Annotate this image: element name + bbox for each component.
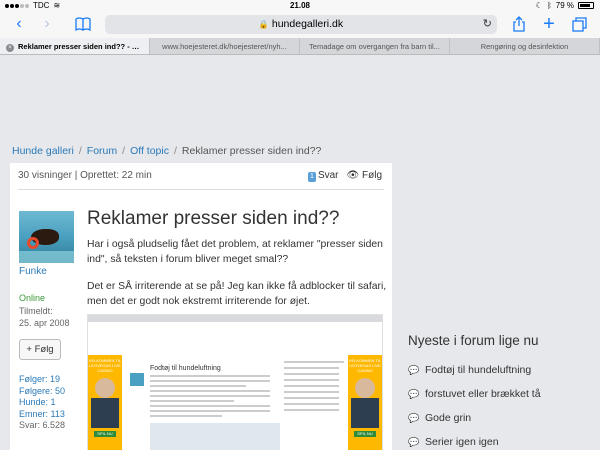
post-header: 30 visninger | Oprettet: 22 min 1 Svar 👁 … <box>18 163 384 190</box>
post-card: 30 visninger | Oprettet: 22 min 1 Svar 👁 … <box>10 163 392 450</box>
lock-icon: 🔒 <box>258 20 269 29</box>
post-meta: 30 visninger | Oprettet: 22 min <box>18 170 152 181</box>
tab-hoejesteret[interactable]: www.hoejesteret.dk/hoejesteret/nyh... <box>150 38 300 54</box>
breadcrumb: Hunde galleri / Forum / Off topic / Reklamer p… <box>12 145 322 157</box>
eye-icon: 👁 <box>346 170 360 181</box>
follow-user-button[interactable]: + Følg <box>19 339 61 360</box>
breadcrumb-hunde-galleri[interactable]: Hunde galleri <box>12 145 74 157</box>
post-title: Reklamer presser siden ind?? <box>87 208 340 229</box>
latest-forum-sidebar: Nyeste i forum lige nu 💬 Fodtøj til hunde… <box>408 333 598 450</box>
tab-rengoering[interactable]: Rengøring og desinfektion <box>450 38 600 54</box>
stat-replies: Svar: 6.528 <box>19 420 66 430</box>
chat-bubble-icon: 💬 <box>408 364 420 375</box>
screenshot-title: Fodtøj til hundeluftning <box>150 365 221 372</box>
forward-icon[interactable]: › <box>36 14 58 34</box>
joined-info: Tilmeldt: 25. apr 2008 <box>19 306 70 328</box>
bluetooth-icon: ᛒ <box>546 1 552 10</box>
post-paragraph: Det er SÅ irriterende at se på! Jeg kan … <box>87 281 387 307</box>
tab-temadage[interactable]: Temadage om overgangen fra barn til... <box>300 38 450 54</box>
moon-icon: ☾ <box>535 1 543 10</box>
breadcrumb-forum[interactable]: Forum <box>87 145 117 157</box>
status-bar: TDC ≋ 21.08 ☾ ᛒ 79 % <box>0 0 600 12</box>
tabs-overview-icon[interactable] <box>568 14 590 38</box>
tab-reklamer[interactable]: × Reklamer presser siden ind?? - Skr... <box>0 38 150 54</box>
avatar[interactable] <box>19 211 74 263</box>
follow-thread-button[interactable]: 👁 Følg <box>347 163 382 188</box>
stat-dogs[interactable]: Hunde: 1 <box>19 397 79 409</box>
embedded-screenshot[interactable]: VELKOMMEN TIL LEOVEGAS LIVE CASINO SPIL … <box>87 314 383 450</box>
chat-bubble-icon: 💬 <box>408 436 420 447</box>
close-tab-icon[interactable]: × <box>6 44 14 52</box>
breadcrumb-off-topic[interactable]: Off topic <box>130 145 169 157</box>
post-paragraph: Har i også pludselig fået det problem, a… <box>87 239 383 265</box>
battery-icon <box>578 2 594 9</box>
online-status: Online <box>19 293 46 303</box>
back-icon[interactable]: ‹ <box>8 14 30 34</box>
breadcrumb-current: Reklamer presser siden ind?? <box>181 145 322 157</box>
stat-followers[interactable]: Følger: 19 <box>19 374 79 386</box>
ad-banner-left: VELKOMMEN TIL LEOVEGAS LIVE CASINO SPIL … <box>88 355 122 450</box>
clock: 21.08 <box>289 1 311 10</box>
share-icon[interactable] <box>508 14 530 38</box>
system-indicators: ☾ ᛒ 79 % <box>536 1 594 10</box>
chat-bubble-icon: 💬 <box>408 388 420 399</box>
address-bar[interactable]: 🔒 hundegalleri.dk ↻ <box>105 15 497 34</box>
stat-following[interactable]: Følgere: 50 <box>19 386 79 398</box>
post-body: Har i også pludselig fået det problem, a… <box>87 237 387 321</box>
url-text: hundegalleri.dk <box>271 18 344 30</box>
sidebar-title: Nyeste i forum lige nu <box>408 333 539 348</box>
reply-button[interactable]: 1 Svar <box>308 163 339 188</box>
sidebar-item-gode-grin[interactable]: 💬 Gode grin <box>408 406 598 430</box>
sidebar-item-forstuvet[interactable]: 💬 forstuvet eller brækket tå <box>408 382 598 406</box>
author-name[interactable]: Funke <box>19 266 79 277</box>
reload-icon[interactable]: ↻ <box>483 15 492 34</box>
sidebar-item-serier[interactable]: 💬 Serier igen igen <box>408 430 598 450</box>
bookmarks-icon[interactable] <box>72 14 94 37</box>
tab-strip: × Reklamer presser siden ind?? - Skr... w… <box>0 38 600 55</box>
stat-topics[interactable]: Emner: 113 <box>19 409 79 421</box>
author-panel: Funke Online Tilmeldt: 25. apr 2008 + Fø… <box>19 211 79 432</box>
sidebar-item-fodtoej[interactable]: 💬 Fodtøj til hundeluftning <box>408 358 598 382</box>
reply-count-badge: 1 <box>308 172 316 182</box>
new-tab-icon[interactable]: + <box>538 14 560 34</box>
battery-percent: 79 % <box>555 1 574 10</box>
browser-toolbar: ‹ › 🔒 hundegalleri.dk ↻ + <box>0 12 600 38</box>
chat-bubble-icon: 💬 <box>408 412 420 423</box>
author-stats: Følger: 19 Følgere: 50 Hunde: 1 Emner: 1… <box>19 374 79 432</box>
